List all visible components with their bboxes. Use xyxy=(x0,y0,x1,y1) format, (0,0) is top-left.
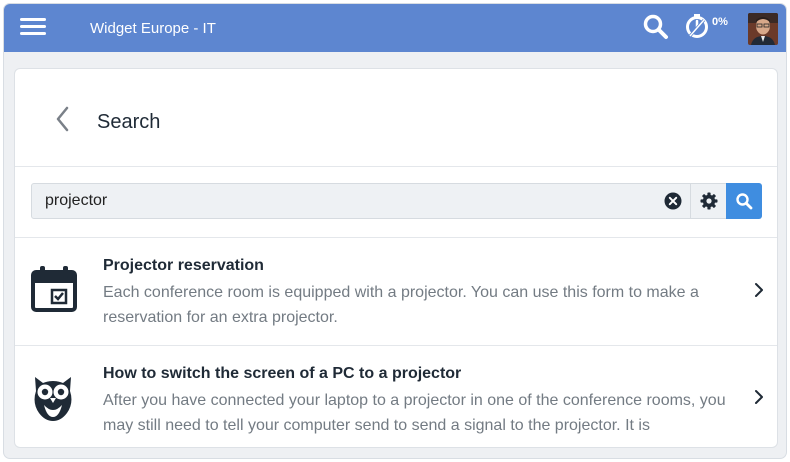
owl-icon xyxy=(34,377,72,421)
search-input[interactable] xyxy=(32,184,662,218)
chevron-right-icon xyxy=(755,283,763,297)
search-settings-button[interactable] xyxy=(690,184,726,218)
hamburger-menu-icon[interactable] xyxy=(20,16,46,38)
search-icon[interactable] xyxy=(642,13,670,41)
app-title: Widget Europe - IT xyxy=(90,20,216,37)
calendar-icon xyxy=(31,266,77,312)
chevron-left-icon[interactable] xyxy=(51,105,75,133)
result-snippet: Each conference room is equipped with a … xyxy=(103,284,699,326)
top-bar: Widget Europe - IT 0% xyxy=(4,4,786,52)
result-title: How to switch the screen of a PC to a pr… xyxy=(103,365,462,382)
search-submit-button[interactable] xyxy=(726,183,762,219)
search-result[interactable]: How to switch the screen of a PC to a pr… xyxy=(15,347,777,447)
search-panel: Search projector Projector reservation E… xyxy=(14,68,778,448)
timer-icon xyxy=(686,14,708,38)
timer-percent: 0% xyxy=(712,16,728,28)
search-result[interactable]: Projector reservation Each conference ro… xyxy=(15,239,777,346)
page-title: Search xyxy=(97,111,161,133)
app-window: Widget Europe - IT 0% Search projector P… xyxy=(4,4,786,458)
search-field xyxy=(31,183,762,219)
clear-icon[interactable] xyxy=(664,192,682,210)
timer-button[interactable]: 0% xyxy=(684,12,730,42)
search-bar xyxy=(15,168,777,238)
avatar[interactable] xyxy=(748,13,778,45)
result-snippet: After you have connected your laptop to … xyxy=(103,392,726,434)
gear-icon xyxy=(700,192,717,210)
search-icon xyxy=(736,193,753,210)
chevron-right-icon xyxy=(755,390,763,404)
result-title: Projector reservation xyxy=(103,257,264,274)
page-header: Search xyxy=(15,69,777,167)
